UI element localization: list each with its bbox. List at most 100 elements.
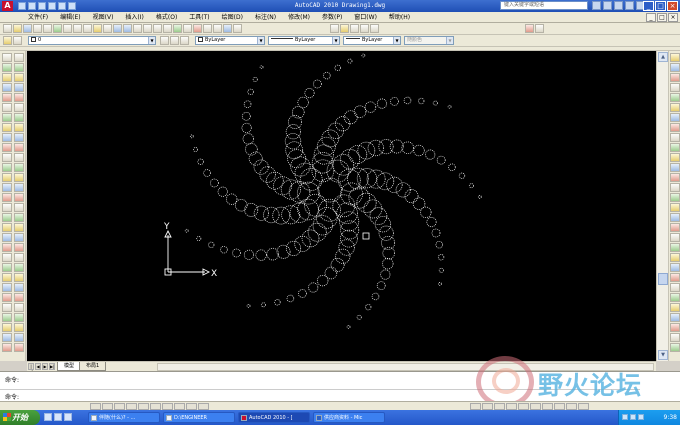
qp-toggle[interactable] [198, 403, 209, 410]
dim-style-icon[interactable] [14, 303, 24, 312]
object-snap-perpendicular-icon[interactable] [670, 133, 680, 142]
taskbar-item-folder[interactable]: D:\ENGINEER [163, 412, 235, 423]
tab-model[interactable]: 模型 [57, 362, 82, 371]
stretch-icon[interactable] [2, 333, 12, 342]
zoom-window-icon[interactable] [153, 24, 162, 33]
erase-icon[interactable] [2, 253, 12, 262]
workspace-switch-icon[interactable] [554, 403, 565, 410]
scroll-up-button[interactable]: ▲ [658, 52, 668, 62]
menu-item-2[interactable]: 视图(V) [87, 13, 120, 22]
trim-icon[interactable] [2, 343, 12, 352]
scroll-thumb[interactable] [658, 273, 668, 285]
multileader-style-icon[interactable] [370, 24, 379, 33]
rectangle-icon[interactable] [2, 93, 12, 102]
snap-toggle[interactable] [90, 403, 101, 410]
lock-icon[interactable] [566, 403, 577, 410]
copy-icon[interactable] [73, 24, 82, 33]
arc-icon[interactable] [2, 103, 12, 112]
text-style-icon[interactable] [340, 24, 349, 33]
maximize-button[interactable]: □ [655, 1, 666, 11]
close-button[interactable]: × [667, 1, 678, 11]
undo-icon[interactable] [113, 24, 122, 33]
grid-toggle[interactable] [102, 403, 113, 410]
ucs-face-icon[interactable] [670, 263, 680, 272]
offset-icon[interactable] [2, 283, 12, 292]
tool-palettes-icon[interactable] [193, 24, 202, 33]
object-snap-parallel-icon[interactable] [670, 143, 680, 152]
layer-previous-icon[interactable] [170, 36, 179, 45]
otrack-toggle[interactable] [150, 403, 161, 410]
model-icon[interactable] [470, 403, 481, 410]
region-icon[interactable] [2, 213, 12, 222]
menu-item-6[interactable]: 绘图(D) [216, 13, 249, 22]
block-editor-icon[interactable] [103, 24, 112, 33]
dim-aligned-icon[interactable] [14, 113, 24, 122]
menu-item-1[interactable]: 编辑(E) [54, 13, 86, 22]
search-icon[interactable] [592, 1, 601, 10]
taskbar-item-autocad[interactable]: AutoCAD 2010 - [ [238, 412, 310, 423]
fillet-icon[interactable] [14, 83, 24, 92]
layer-state-icon[interactable] [13, 36, 22, 45]
mid-between-icon[interactable] [670, 223, 680, 232]
dim-break-icon[interactable] [14, 223, 24, 232]
text-icon[interactable] [14, 313, 24, 322]
network-icon[interactable] [622, 414, 628, 420]
linetype-dropdown[interactable]: ByLayer ▼ [268, 36, 340, 45]
help-icon[interactable] [233, 24, 242, 33]
ucs-x-icon[interactable] [670, 323, 680, 332]
annotation-scale-icon[interactable] [542, 403, 553, 410]
quickcalc-icon[interactable] [223, 24, 232, 33]
spline-icon[interactable] [2, 133, 12, 142]
prev-tab-icon[interactable]: ◀ [35, 363, 41, 370]
workspace-icon[interactable] [330, 24, 339, 33]
doc-minimize-button[interactable]: _ [646, 13, 656, 22]
add-selected-icon[interactable] [2, 243, 12, 252]
clean-screen-icon[interactable] [578, 403, 589, 410]
ucs-icon[interactable] [670, 233, 680, 242]
command-window[interactable]: 命令: 命令: [0, 371, 680, 401]
show-desktop-icon[interactable] [54, 413, 62, 421]
continue-icon[interactable] [14, 203, 24, 212]
scroll-down-button[interactable]: ▼ [658, 350, 668, 360]
dyn-toggle[interactable] [174, 403, 185, 410]
center-mark-icon[interactable] [14, 243, 24, 252]
menu-item-8[interactable]: 修改(M) [282, 13, 316, 22]
polyline-icon[interactable] [2, 73, 12, 82]
cut-icon[interactable] [63, 24, 72, 33]
lineweight-dropdown[interactable]: ByLayer ▼ [343, 36, 401, 45]
find-icon[interactable] [14, 333, 24, 342]
tolerance-icon[interactable] [14, 233, 24, 242]
print-icon[interactable] [33, 24, 42, 33]
object-snap-intersection-icon[interactable] [670, 73, 680, 82]
layer-manager-icon[interactable] [3, 36, 12, 45]
ucs-y-icon[interactable] [670, 333, 680, 342]
spell-icon[interactable] [14, 343, 24, 352]
favorites-icon[interactable] [625, 1, 634, 10]
menu-item-4[interactable]: 格式(O) [150, 13, 183, 22]
quick-dim-icon[interactable] [14, 183, 24, 192]
paste-icon[interactable] [83, 24, 92, 33]
taskbar-item-chat[interactable]: 伴随(什么)? - ... [88, 412, 160, 423]
object-snap-endpoint-icon[interactable] [670, 53, 680, 62]
menu-item-0[interactable]: 文件(F) [22, 13, 54, 22]
dim-radius-icon[interactable] [14, 143, 24, 152]
menu-item-10[interactable]: 窗口(W) [348, 13, 383, 22]
menu-item-3[interactable]: 插入(I) [119, 13, 149, 22]
dim-edit-icon[interactable] [14, 273, 24, 282]
insert-block-icon[interactable] [2, 163, 12, 172]
ucs-z-icon[interactable] [670, 343, 680, 352]
start-button[interactable]: 开始 [0, 410, 40, 425]
table-icon[interactable] [2, 223, 12, 232]
dim-text-edit-icon[interactable] [14, 283, 24, 292]
zoom-previous-icon[interactable] [163, 24, 172, 33]
dim-diameter-icon[interactable] [14, 163, 24, 172]
zoom-realtime-icon[interactable] [143, 24, 152, 33]
ortho-toggle[interactable] [114, 403, 125, 410]
last-tab-icon[interactable]: ▶| [49, 363, 55, 370]
make-current-layer-icon[interactable] [160, 36, 169, 45]
inspect-icon[interactable] [14, 253, 24, 262]
object-snap-tangent-icon[interactable] [670, 123, 680, 132]
menu-item-7[interactable]: 标注(N) [249, 13, 282, 22]
ucs-view-icon[interactable] [670, 283, 680, 292]
dim-linear-icon[interactable] [14, 103, 24, 112]
